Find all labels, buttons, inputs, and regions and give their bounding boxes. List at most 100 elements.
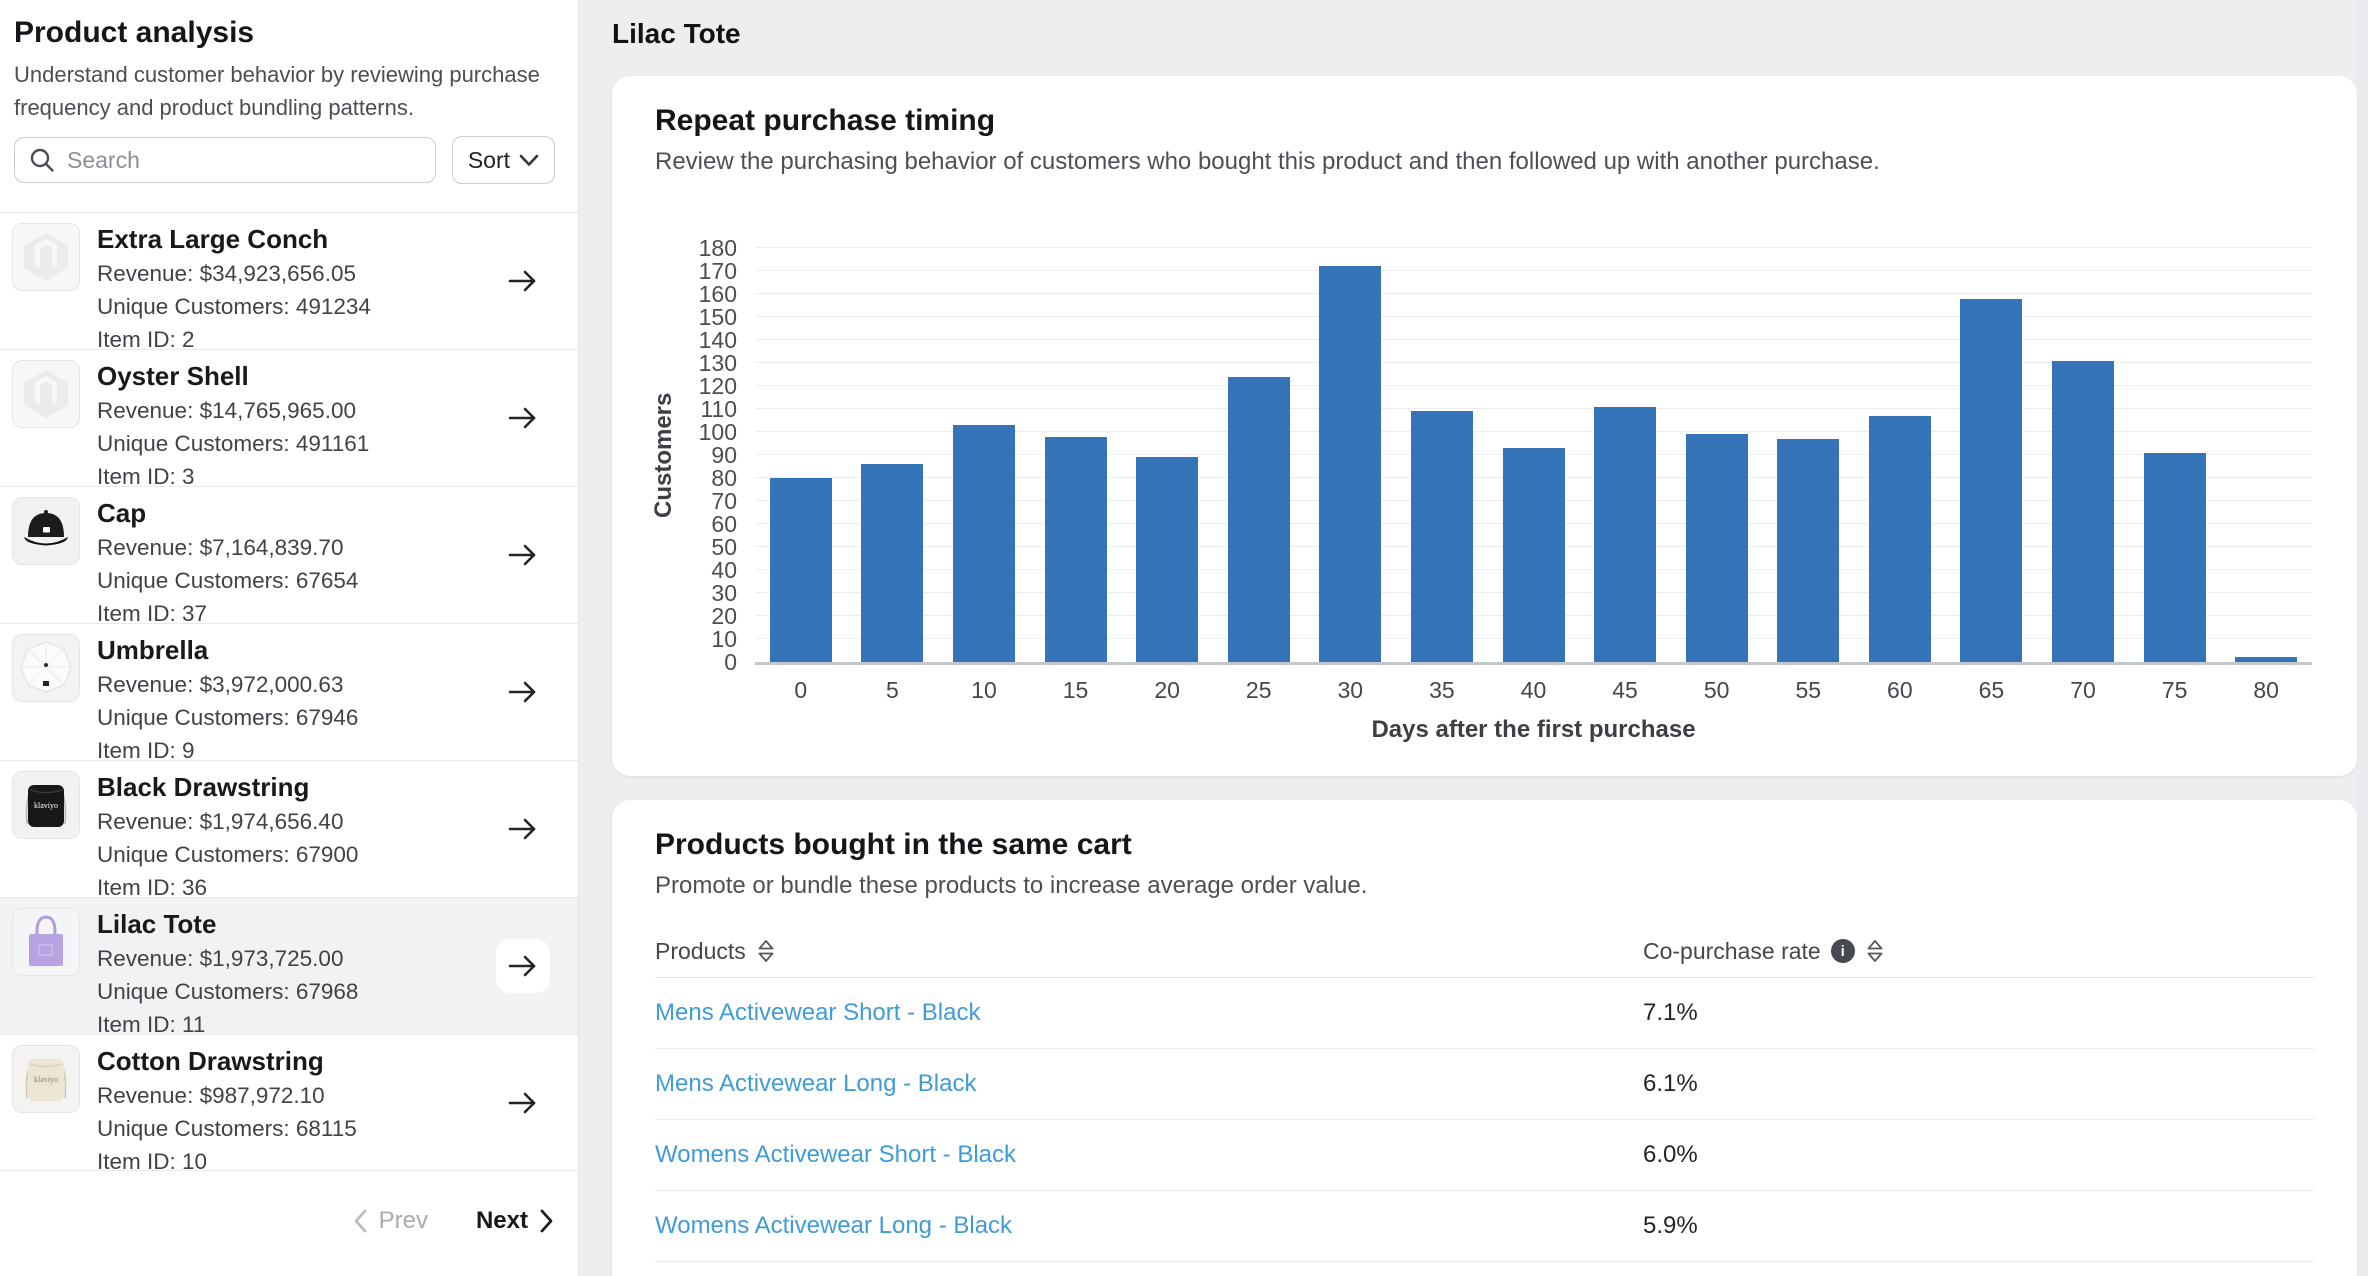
magento-placeholder-thumbnail	[12, 223, 80, 291]
product-revenue: Revenue: $34,923,656.05	[97, 257, 488, 290]
gridline	[755, 293, 2312, 294]
product-list-item[interactable]: Extra Large Conch Revenue: $34,923,656.0…	[0, 212, 578, 349]
x-tick-label: 30	[1305, 677, 1397, 704]
search-input[interactable]	[14, 137, 436, 183]
y-tick-label: 10	[673, 627, 737, 651]
open-product-button[interactable]	[496, 1076, 550, 1130]
x-tick-label: 80	[2220, 677, 2312, 704]
sidebar-description: Understand customer behavior by reviewin…	[0, 52, 578, 124]
table-row: Mens Activewear Long - Black 6.1%	[655, 1049, 2314, 1120]
open-product-button[interactable]	[496, 802, 550, 856]
product-info: Cap Revenue: $7,164,839.70 Unique Custom…	[97, 497, 488, 630]
product-revenue: Revenue: $1,973,725.00	[97, 942, 488, 975]
next-label: Next	[476, 1207, 528, 1235]
cotton-drawstring-bag-thumbnail: klaviyo	[12, 1045, 80, 1113]
bar	[1869, 416, 1931, 662]
y-tick-label: 140	[673, 328, 737, 352]
arrow-right-icon	[506, 266, 540, 296]
gridline	[755, 270, 2312, 271]
product-unique-customers: Unique Customers: 491161	[97, 427, 488, 460]
x-tick-label: 10	[938, 677, 1030, 704]
chevron-left-icon	[353, 1209, 367, 1233]
gridline	[755, 316, 2312, 317]
product-name: Lilac Tote	[97, 908, 488, 940]
product-revenue: Revenue: $14,765,965.00	[97, 394, 488, 427]
product-list-item[interactable]: klaviyo Black Drawstring Revenue: $1,974…	[0, 760, 578, 897]
open-product-button[interactable]	[496, 254, 550, 308]
product-name: Extra Large Conch	[97, 223, 488, 255]
x-tick-label: 70	[2037, 677, 2129, 704]
sort-toggle-icon[interactable]	[756, 938, 776, 964]
y-tick-label: 150	[673, 305, 737, 329]
svg-text:klaviyo: klaviyo	[34, 1075, 58, 1084]
y-tick-label: 180	[673, 236, 737, 260]
arrow-right-icon	[506, 1088, 540, 1118]
bar	[1136, 457, 1198, 662]
product-list-item[interactable]: Oyster Shell Revenue: $14,765,965.00 Uni…	[0, 349, 578, 486]
black-drawstring-bag-thumbnail: klaviyo	[12, 771, 80, 839]
cart-card-title: Products bought in the same cart	[655, 828, 1132, 862]
bar	[1960, 299, 2022, 662]
open-product-button[interactable]	[496, 665, 550, 719]
product-info: Umbrella Revenue: $3,972,000.63 Unique C…	[97, 634, 488, 767]
product-info: Lilac Tote Revenue: $1,973,725.00 Unique…	[97, 908, 488, 1041]
white-umbrella-thumbnail	[12, 634, 80, 702]
bar	[1228, 377, 1290, 662]
product-name: Umbrella	[97, 634, 488, 666]
product-name: Cap	[97, 497, 488, 529]
x-tick-label: 75	[2129, 677, 2221, 704]
product-unique-customers: Unique Customers: 67946	[97, 701, 488, 734]
bar	[1319, 266, 1381, 662]
co-purchase-rate-value: 6.1%	[1643, 1070, 2314, 1098]
svg-text:klaviyo: klaviyo	[34, 801, 58, 810]
gridline	[755, 247, 2312, 248]
x-tick-label: 5	[847, 677, 939, 704]
y-tick-label: 80	[673, 466, 737, 490]
app-window: Product analysis Understand customer beh…	[0, 0, 2368, 1276]
open-product-button[interactable]	[496, 939, 550, 993]
bar	[2144, 453, 2206, 662]
product-list-item[interactable]: Cap Revenue: $7,164,839.70 Unique Custom…	[0, 486, 578, 623]
product-info: Cotton Drawstring Revenue: $987,972.10 U…	[97, 1045, 488, 1178]
table-row: Womens Activewear Long - Black 5.9%	[655, 1191, 2314, 1262]
open-product-button[interactable]	[496, 528, 550, 582]
arrow-right-icon	[506, 951, 540, 981]
co-product-link[interactable]: Mens Activewear Short - Black	[655, 999, 980, 1026]
x-tick-label: 45	[1579, 677, 1671, 704]
black-cap-thumbnail	[12, 497, 80, 565]
sidebar-title: Product analysis	[0, 0, 578, 52]
open-product-button[interactable]	[496, 391, 550, 445]
product-list-item[interactable]: Umbrella Revenue: $3,972,000.63 Unique C…	[0, 623, 578, 760]
next-page-button[interactable]: Next	[476, 1207, 554, 1235]
prev-page-button[interactable]: Prev	[353, 1207, 428, 1235]
bar	[770, 478, 832, 662]
vertical-scrollbar[interactable]	[2358, 0, 2368, 1276]
sort-button[interactable]: Sort	[452, 136, 555, 184]
x-tick-label: 35	[1396, 677, 1488, 704]
y-tick-label: 60	[673, 512, 737, 536]
product-list-item[interactable]: Lilac Tote Revenue: $1,973,725.00 Unique…	[0, 897, 578, 1034]
sort-toggle-icon[interactable]	[1865, 938, 1885, 964]
co-product-link[interactable]: Mens Activewear Long - Black	[655, 1070, 976, 1097]
co-product-link[interactable]: Womens Activewear Short - Black	[655, 1141, 1016, 1168]
x-tick-label: 65	[1946, 677, 2038, 704]
search-box	[14, 137, 436, 183]
x-tick-label: 25	[1213, 677, 1305, 704]
info-icon[interactable]: i	[1831, 939, 1855, 963]
product-revenue: Revenue: $7,164,839.70	[97, 531, 488, 564]
table-header-row: Products Co-purchase rate i	[655, 925, 2314, 978]
x-tick-label: 15	[1030, 677, 1122, 704]
product-list: Extra Large Conch Revenue: $34,923,656.0…	[0, 212, 578, 1171]
x-tick-label: 0	[755, 677, 847, 704]
co-product-link[interactable]: Womens Activewear Long - Black	[655, 1212, 1012, 1239]
table-body: Mens Activewear Short - Black 7.1% Mens …	[655, 978, 2314, 1262]
table-row: Mens Activewear Short - Black 7.1%	[655, 978, 2314, 1049]
product-list-item[interactable]: klaviyo Cotton Drawstring Revenue: $987,…	[0, 1034, 578, 1171]
x-tick-label: 40	[1488, 677, 1580, 704]
y-tick-label: 70	[673, 489, 737, 513]
y-tick-label: 130	[673, 351, 737, 375]
repeat-purchase-card: Repeat purchase timing Review the purcha…	[612, 76, 2357, 776]
bar	[1686, 434, 1748, 662]
products-column-header: Products	[655, 938, 746, 965]
product-unique-customers: Unique Customers: 68115	[97, 1112, 488, 1145]
